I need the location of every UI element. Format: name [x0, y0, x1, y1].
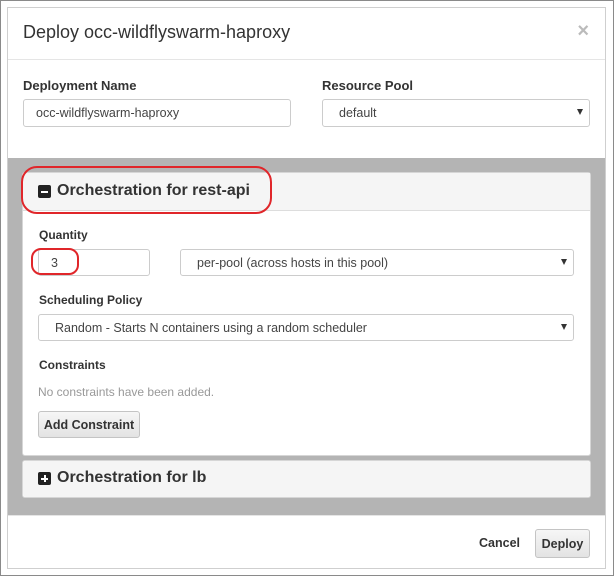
chevron-down-icon — [561, 324, 567, 330]
constraints-label: Constraints — [39, 358, 106, 372]
quantity-mode-value: per-pool (across hosts in this pool) — [197, 255, 389, 270]
deploy-modal: Deploy occ-wildflyswarm-haproxy × Deploy… — [7, 7, 606, 569]
scheduling-policy-label: Scheduling Policy — [39, 293, 143, 307]
panel-heading-lb[interactable]: Orchestration for lb — [23, 461, 590, 497]
deploy-button[interactable]: Deploy — [535, 529, 590, 558]
orchestration-panel-rest-api: Orchestration for rest-api Quantity 3 pe… — [22, 172, 591, 456]
plus-square-icon[interactable] — [38, 472, 51, 485]
modal-header: Deploy occ-wildflyswarm-haproxy × — [8, 8, 605, 60]
minus-square-icon[interactable] — [38, 185, 51, 198]
panel-title-lb: Orchestration for lb — [57, 469, 207, 486]
orchestration-panel-lb: Orchestration for lb — [22, 460, 591, 498]
panel-heading-rest-api[interactable]: Orchestration for rest-api — [23, 173, 590, 211]
resource-pool-label: Resource Pool — [322, 78, 414, 93]
scheduling-policy-value: Random - Starts N containers using a ran… — [55, 320, 367, 335]
orchestration-area: Orchestration for rest-api Quantity 3 pe… — [8, 158, 605, 515]
constraints-empty-text: No constraints have been added. — [38, 385, 215, 399]
deployment-name-input[interactable]: occ-wildflyswarm-haproxy — [23, 99, 291, 127]
quantity-input[interactable]: 3 — [38, 249, 150, 276]
chevron-down-icon — [561, 259, 567, 265]
scheduling-policy-select[interactable]: Random - Starts N containers using a ran… — [38, 314, 574, 341]
quantity-mode-select[interactable]: per-pool (across hosts in this pool) — [180, 249, 574, 276]
resource-pool-select[interactable]: default — [322, 99, 590, 127]
close-icon[interactable]: × — [577, 21, 589, 41]
cancel-button[interactable]: Cancel — [479, 536, 520, 550]
add-constraint-button[interactable]: Add Constraint — [38, 411, 140, 438]
modal-title: Deploy occ-wildflyswarm-haproxy — [23, 22, 291, 42]
quantity-label: Quantity — [39, 228, 88, 242]
resource-pool-value: default — [339, 106, 377, 120]
deployment-name-label: Deployment Name — [23, 78, 137, 93]
chevron-down-icon — [577, 109, 583, 115]
panel-title-rest-api: Orchestration for rest-api — [57, 182, 250, 199]
footer-divider — [8, 515, 605, 516]
